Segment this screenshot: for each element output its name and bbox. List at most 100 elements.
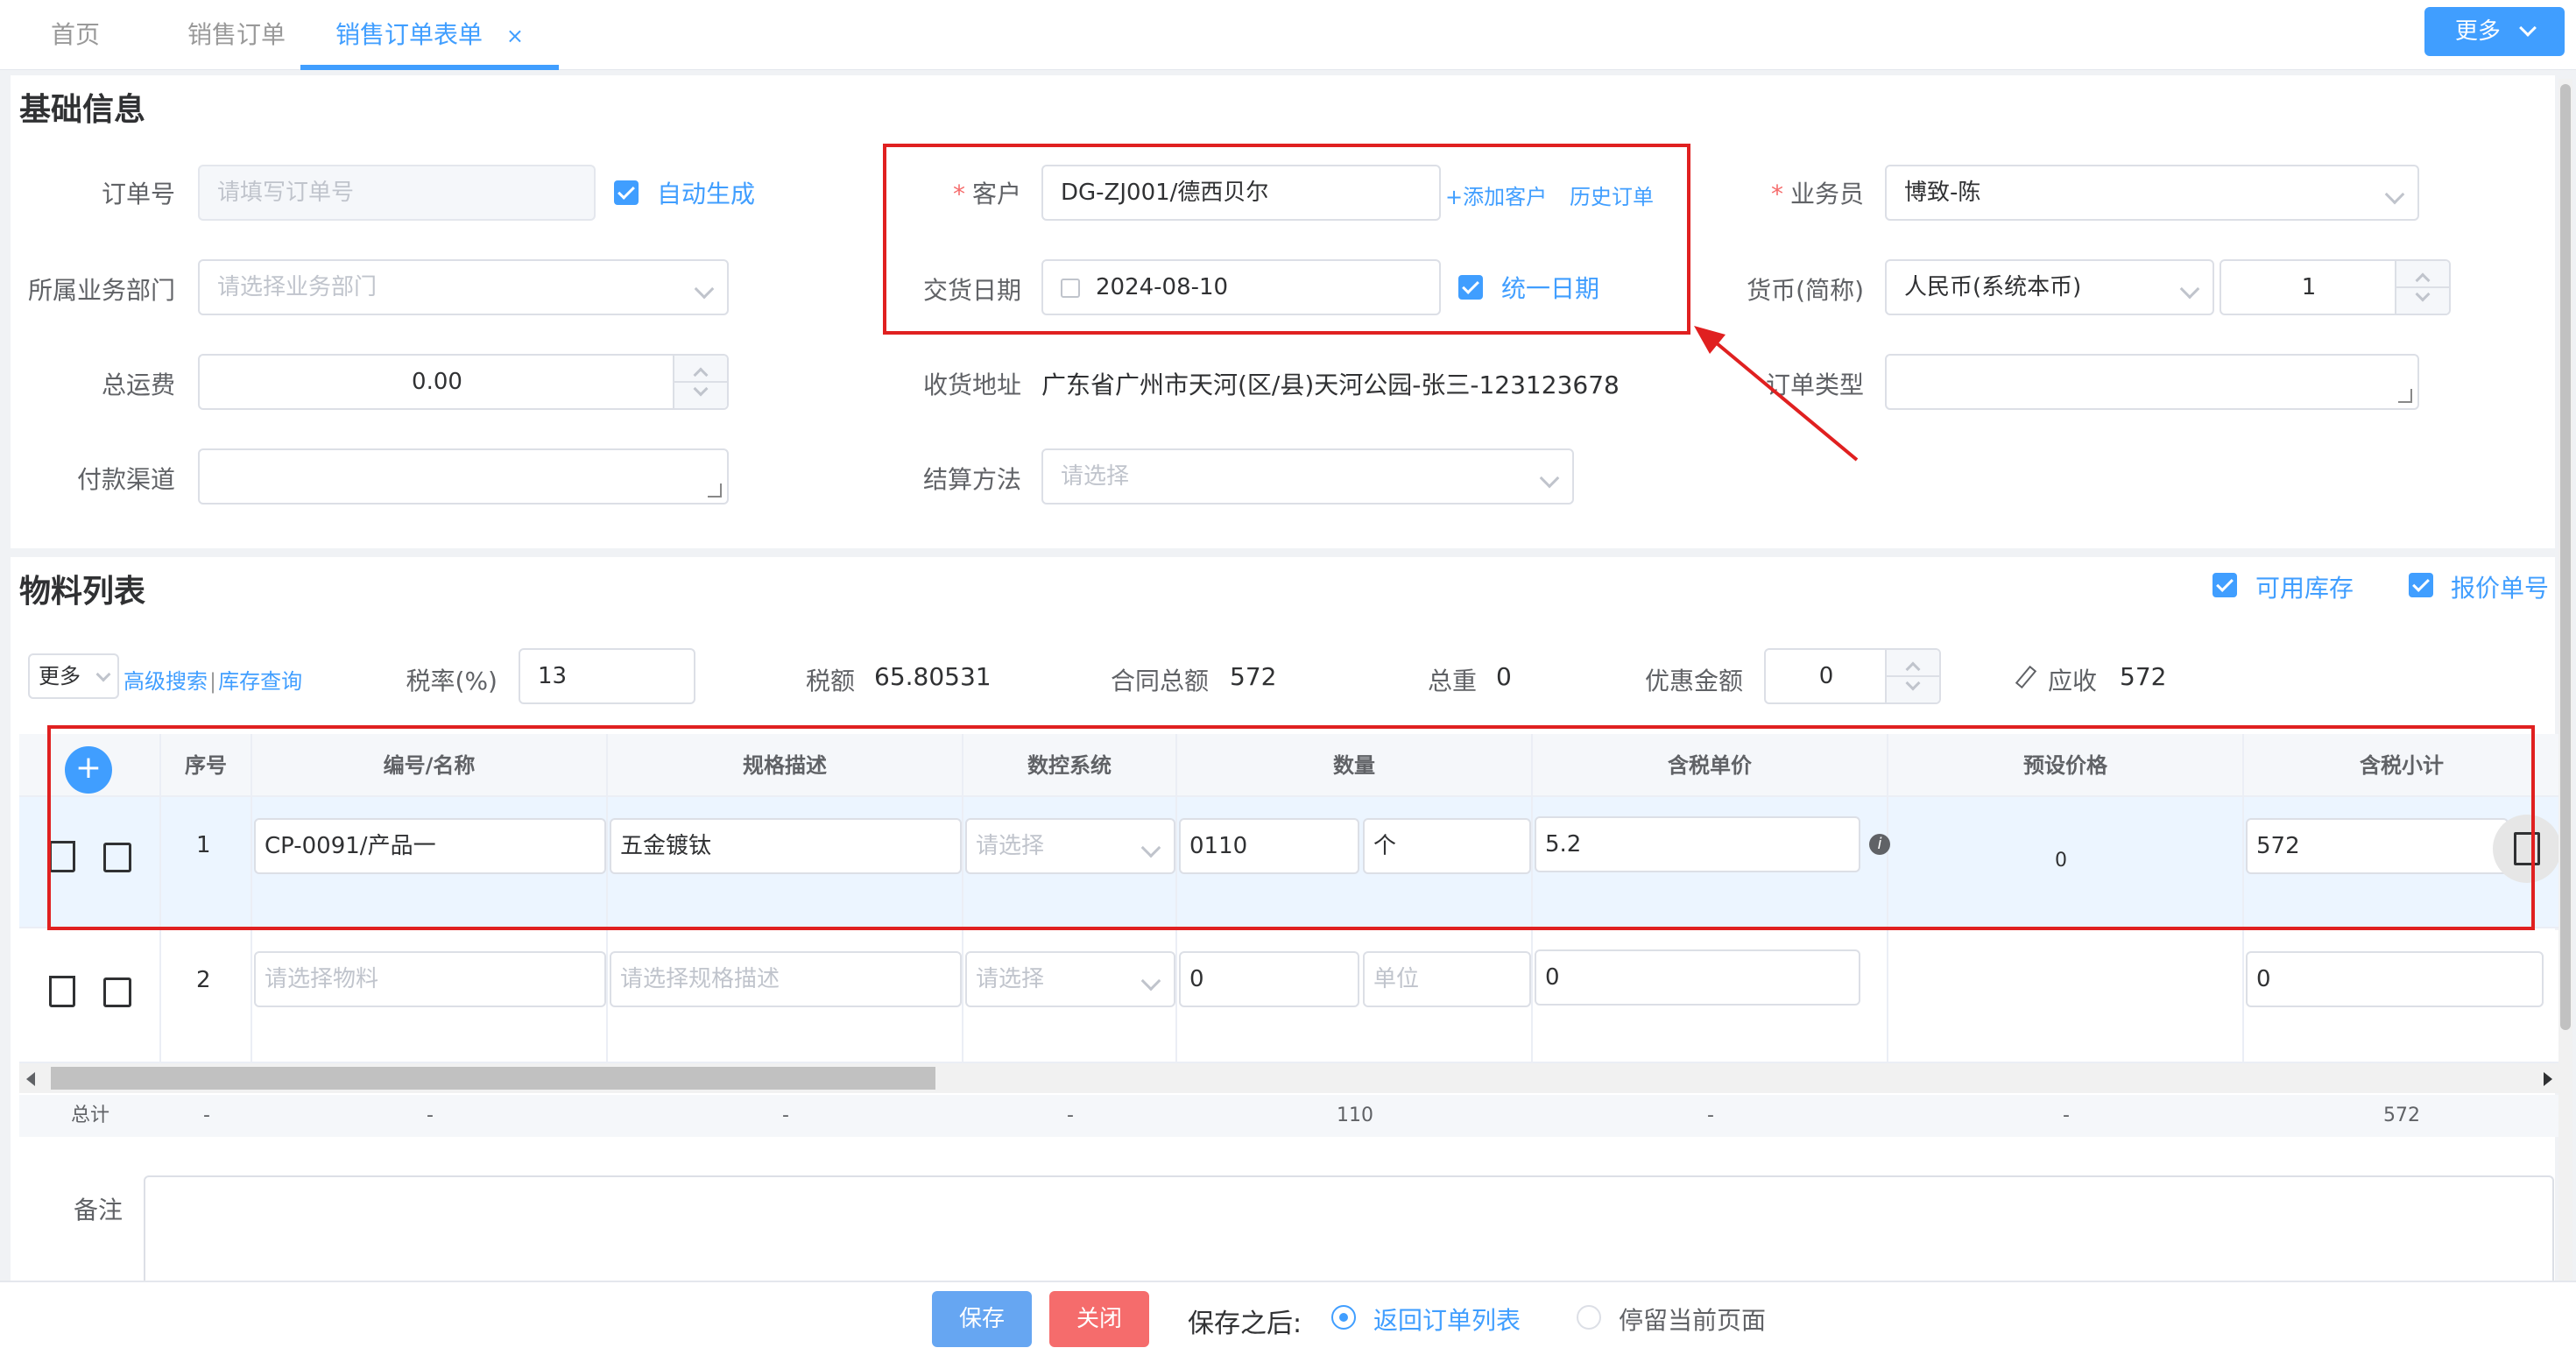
address-label: 收货地址 xyxy=(922,371,1021,399)
settle-method-select[interactable]: 请选择 xyxy=(1041,448,1574,505)
more-select[interactable]: 更多 xyxy=(28,653,119,699)
stepper-icon[interactable] xyxy=(2395,261,2449,314)
tab-label: 销售订单表单 xyxy=(335,20,483,49)
currency-value: 人民币(系统本币) xyxy=(1904,274,2082,300)
row-price-cell: 0 xyxy=(1533,930,1888,1062)
tab-bar: 首页 销售订单 销售订单表单 × 更多 xyxy=(0,0,2576,70)
close-button[interactable]: 关闭 xyxy=(1049,1291,1149,1347)
vertical-scrollbar[interactable] xyxy=(2558,79,2572,1340)
return-list-label: 返回订单列表 xyxy=(1373,1306,1521,1335)
settle-method-label: 结算方法 xyxy=(922,465,1021,494)
resize-handle-icon[interactable] xyxy=(708,483,722,498)
qty-input[interactable]: 0 xyxy=(1179,951,1359,1007)
stay-page-label: 停留当前页面 xyxy=(1619,1306,1767,1335)
discount-label: 优惠金额 xyxy=(1644,667,1743,695)
row-preset-cell xyxy=(1888,930,2244,1062)
spec-input[interactable]: 请选择规格描述 xyxy=(610,951,962,1007)
totals-spec: - xyxy=(782,1104,789,1126)
vertical-scrollbar-thumb[interactable] xyxy=(2560,84,2571,1030)
row-spec-cell: 请选择规格描述 xyxy=(608,930,963,1062)
auto-generate-label: 自动生成 xyxy=(657,180,756,208)
material-code-input[interactable]: 请选择物料 xyxy=(254,951,606,1007)
pay-channel-input[interactable] xyxy=(198,448,729,505)
chevron-down-icon xyxy=(2179,279,2200,300)
freight-input[interactable]: 0.00 xyxy=(198,354,729,410)
available-stock-label: 可用库存 xyxy=(2255,574,2354,603)
remark-textarea[interactable] xyxy=(144,1175,2554,1289)
horizontal-scrollbar[interactable] xyxy=(19,1063,2559,1093)
exchange-rate-value: 1 xyxy=(2301,274,2317,300)
tab-sales-orders[interactable]: 销售订单 xyxy=(187,0,286,70)
advanced-search-link[interactable]: 高级搜索|库存查询 xyxy=(124,664,302,695)
salesman-label: * 业务员 xyxy=(1770,180,1864,208)
address-value: 广东省广州市天河(区/县)天河公园-张三-123123678 xyxy=(1041,371,1620,399)
row-system-cell: 请选择 xyxy=(963,930,1177,1062)
exchange-rate-input[interactable]: 1 xyxy=(2220,259,2451,315)
totals-code: - xyxy=(427,1104,434,1126)
freight-value: 0.00 xyxy=(412,369,462,395)
copy-icon[interactable] xyxy=(103,977,131,1007)
discount-input[interactable]: 0 xyxy=(1764,648,1941,704)
resize-handle-icon[interactable] xyxy=(2398,389,2412,403)
available-stock-checkbox[interactable] xyxy=(2213,573,2237,597)
tab-home[interactable]: 首页 xyxy=(51,0,100,70)
currency-label: 货币(简称) xyxy=(1747,276,1864,305)
stock-query-link[interactable]: 库存查询 xyxy=(218,669,302,694)
table-row: 2 请选择物料 请选择规格描述 请选择 0 单位 0 0 xyxy=(19,930,2559,1063)
salesman-select[interactable]: 博致-陈 xyxy=(1885,165,2419,221)
scroll-left-icon[interactable] xyxy=(26,1072,35,1086)
scrollbar-thumb[interactable] xyxy=(51,1067,935,1090)
scroll-right-icon[interactable] xyxy=(2544,1072,2552,1086)
total-weight-label: 总重 xyxy=(1427,667,1477,695)
tab-sales-order-form[interactable]: 销售订单表单 × xyxy=(300,0,560,70)
basic-info-title: 基础信息 xyxy=(19,92,146,128)
row-index: 2 xyxy=(196,967,211,993)
contract-total-value: 572 xyxy=(1230,662,1277,691)
more-button[interactable]: 更多 xyxy=(2424,7,2565,56)
chevron-down-icon xyxy=(2519,19,2537,37)
order-no-input[interactable]: 请填写订单号 xyxy=(198,165,596,221)
row-qty-cell: 0 单位 xyxy=(1177,930,1533,1062)
tax-rate-input[interactable]: 13 xyxy=(519,648,695,704)
totals-preset: - xyxy=(2063,1104,2070,1126)
annotation-box-row xyxy=(47,725,2535,930)
salesman-value: 博致-陈 xyxy=(1904,180,1981,206)
stepper-icon[interactable] xyxy=(1885,650,1939,702)
row-index-cell: 2 xyxy=(161,930,252,1062)
totals-subtotal: 572 xyxy=(2383,1104,2420,1126)
subtotal-input[interactable]: 0 xyxy=(2246,951,2544,1007)
price-input[interactable]: 0 xyxy=(1535,949,1860,1006)
save-button[interactable]: 保存 xyxy=(932,1291,1032,1347)
materials-title: 物料列表 xyxy=(19,574,146,610)
currency-select[interactable]: 人民币(系统本币) xyxy=(1885,259,2214,315)
row-subtotal-cell: 0 xyxy=(2244,930,2559,1062)
tab-close-icon[interactable]: × xyxy=(506,24,524,48)
auto-generate-checkbox[interactable] xyxy=(614,180,639,205)
system-select[interactable]: 请选择 xyxy=(965,951,1175,1007)
stay-page-radio[interactable] xyxy=(1577,1305,1601,1330)
tax-rate-label: 税率(%) xyxy=(406,667,498,695)
dept-select[interactable]: 请选择业务部门 xyxy=(198,259,729,315)
tax-amount-label: 税额 xyxy=(805,667,855,695)
unit-input[interactable]: 单位 xyxy=(1363,951,1531,1007)
totals-price: - xyxy=(1707,1104,1714,1126)
return-list-radio[interactable] xyxy=(1331,1305,1356,1330)
totals-index: - xyxy=(203,1104,210,1126)
chevron-down-icon xyxy=(1140,970,1161,992)
more-button-label: 更多 xyxy=(2454,18,2501,45)
order-no-label: 订单号 xyxy=(101,180,175,208)
contract-total-label: 合同总额 xyxy=(1110,667,1209,695)
freight-label: 总运费 xyxy=(101,371,175,399)
order-type-input[interactable] xyxy=(1885,354,2419,410)
trash-icon[interactable] xyxy=(49,976,75,1007)
more-select-value: 更多 xyxy=(39,664,81,688)
totals-row: 总计 - - - - 110 - - 572 xyxy=(19,1095,2559,1137)
chevron-down-icon xyxy=(2384,184,2405,205)
after-save-label: 保存之后: xyxy=(1188,1309,1302,1339)
discount-value: 0 xyxy=(1818,663,1834,689)
totals-label: 总计 xyxy=(70,1104,109,1126)
chevron-down-icon xyxy=(1539,468,1560,489)
quote-no-checkbox[interactable] xyxy=(2409,573,2433,597)
stepper-icon[interactable] xyxy=(673,356,727,408)
chevron-down-icon xyxy=(694,279,715,300)
